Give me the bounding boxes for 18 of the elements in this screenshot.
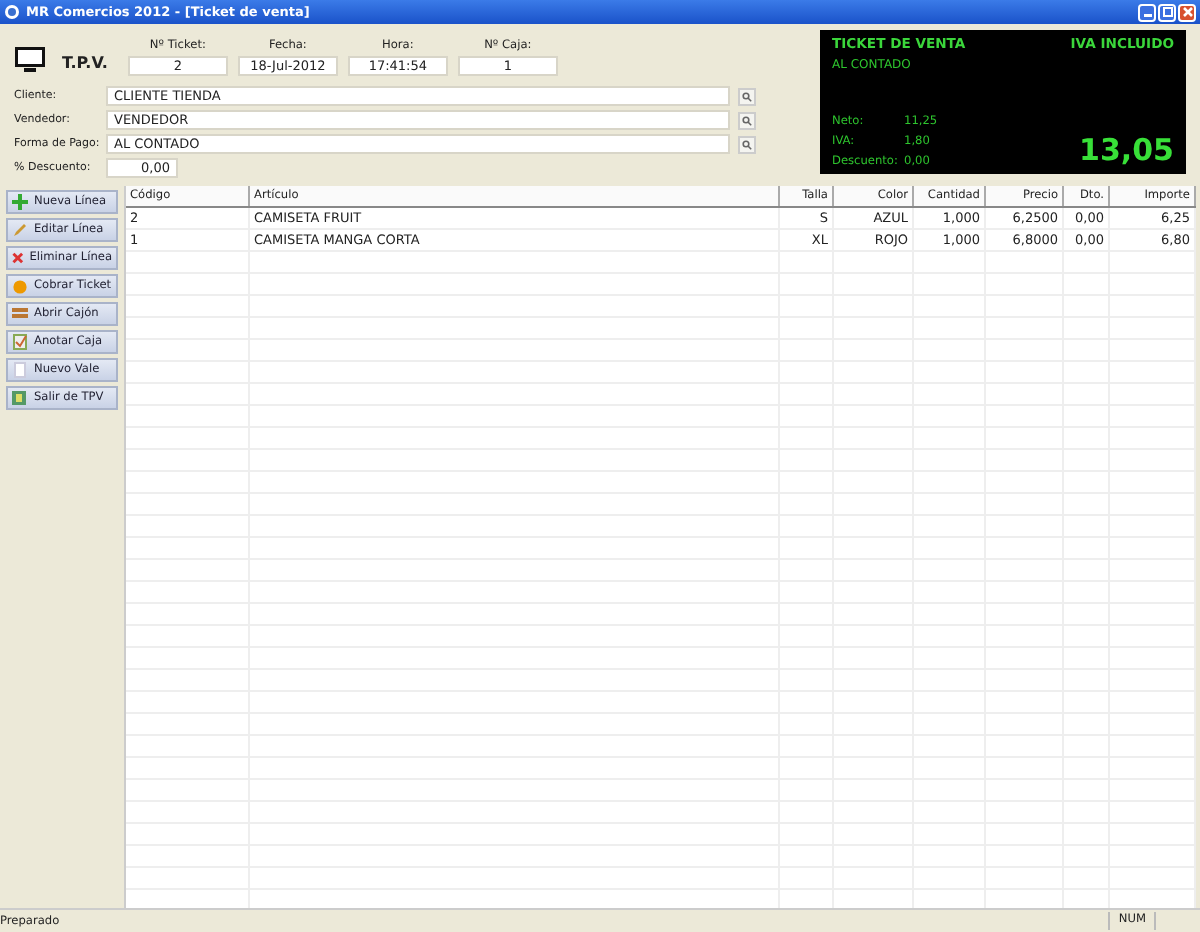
add-icon [12,194,28,210]
delete-icon [12,250,24,266]
search-button[interactable] [738,87,756,105]
monitor-icon [14,46,46,74]
restore-button[interactable] [1158,3,1176,21]
search-icon [742,91,752,101]
minimize-button[interactable] [1138,3,1156,21]
app-icon [4,4,20,20]
restore-icon [1161,6,1173,18]
total-amount: 13,05 [1079,132,1174,168]
search-icon [742,139,752,149]
logo-text: T.P.V. [62,54,108,72]
close-icon [1181,6,1193,18]
search-icon [742,115,752,125]
close-button[interactable] [1178,3,1196,21]
edit-icon [12,222,28,238]
search-button[interactable] [738,135,756,153]
search-button[interactable] [738,111,756,129]
